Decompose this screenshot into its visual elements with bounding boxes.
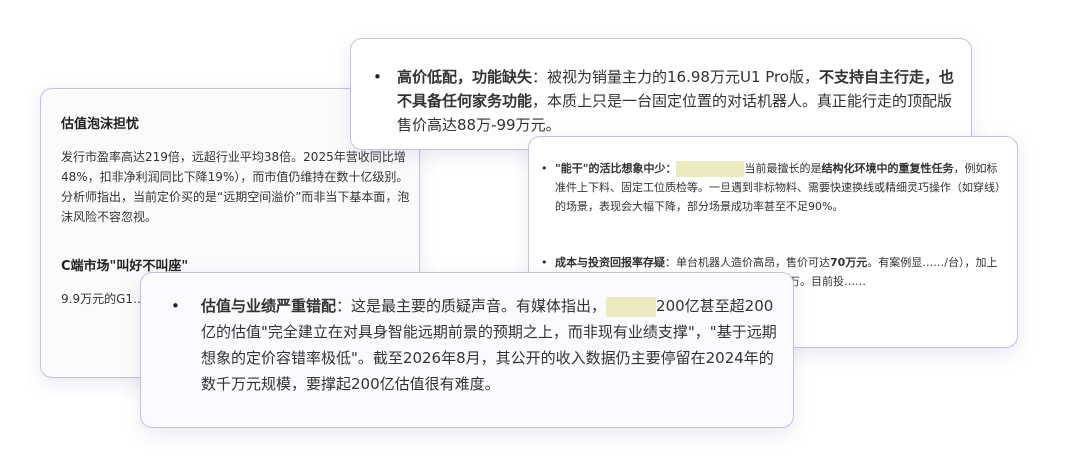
bullet-dot: • <box>373 68 382 86</box>
bullet-dot: • <box>541 162 548 175</box>
valuation-mismatch-card: • 估值与业绩严重错配：这是最主要的质疑声音。有媒体指出， 200亿甚至超200亿… <box>140 272 794 428</box>
bold-heading: 估值与业绩严重错配 <box>201 297 337 315</box>
high-price-paragraph: 高价低配，功能缺失：被视为销量主力的16.98万元U1 Pro版，不支持自主行走… <box>397 65 957 137</box>
heading-valuation-bubble: 估值泡沫担忧 <box>61 117 140 132</box>
paragraph-valuation: 发行市盈率高达219倍，远超行业平均38倍。2025年营收同比增48%，扣非净利… <box>61 150 410 224</box>
high-price-low-spec-card: • 高价低配，功能缺失：被视为销量主力的16.98万元U1 Pro版，不支持自主… <box>350 38 972 150</box>
body-text: ：这是最主要的质疑声音。有媒体指出， <box>336 297 607 315</box>
capability-item: "能干"的活比想象中少： 当前最擅长的是结构化环境中的重复性任务，例如标准件上下料… <box>555 159 1007 216</box>
body-text: ：被视为销量主力的16.98万元U1 Pro版， <box>532 68 820 86</box>
bold-heading: 成本与投资回报率存疑 <box>555 256 665 269</box>
bold-emphasis: 70万元 <box>830 256 868 269</box>
bullet-dot: • <box>541 256 548 269</box>
bullet-dot: • <box>171 297 180 315</box>
body-text: 当前最擅长的是 <box>744 162 822 175</box>
body-text: ：单台机器人造价高昂，售价可达 <box>665 256 830 269</box>
bold-heading: 高价低配，功能缺失 <box>397 68 533 86</box>
bold-emphasis: 结构化环境中的重复性任务 <box>821 162 954 175</box>
redacted-highlight <box>676 161 745 177</box>
bold-heading: "能干"的活比想象中少： <box>555 162 677 175</box>
valuation-mismatch-paragraph: 估值与业绩严重错配：这是最主要的质疑声音。有媒体指出， 200亿甚至超200亿的估… <box>201 293 781 397</box>
redacted-highlight <box>606 296 657 317</box>
